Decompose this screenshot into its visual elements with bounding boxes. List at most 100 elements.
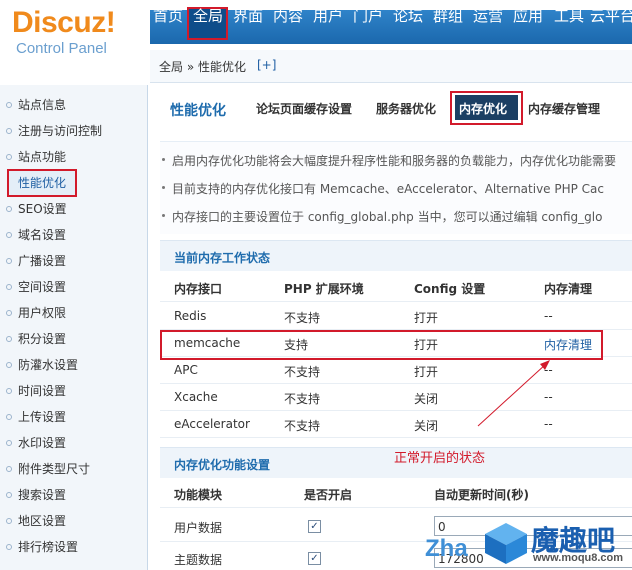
nav-user[interactable]: 用户 xyxy=(310,0,346,32)
annotation-arrow-icon xyxy=(477,360,550,427)
sidebar-item-watermark[interactable]: 水印设置 xyxy=(0,430,147,456)
sidebar-item-label: SEO设置 xyxy=(18,202,67,216)
nav-interface[interactable]: 界面 xyxy=(231,0,265,32)
cube-icon xyxy=(485,523,527,564)
sidebar-item-label: 排行榜设置 xyxy=(18,540,79,554)
sidebar-item-anti-flood[interactable]: 防灌水设置 xyxy=(0,352,147,378)
bullet-icon xyxy=(6,362,12,368)
sidebar-item-space[interactable]: 空间设置 xyxy=(0,274,147,300)
sidebar-item-ranking[interactable]: 排行榜设置 xyxy=(0,534,147,560)
enable-checkbox[interactable]: ✓ xyxy=(308,552,321,565)
sidebar-item-label: 注册与访问控制 xyxy=(18,124,103,138)
tab-memory-optimize[interactable]: 内存优化 xyxy=(459,100,507,117)
breadcrumb-path: 全局 » 性能优化 xyxy=(159,60,246,74)
sidebar-item-label: 地区设置 xyxy=(18,514,67,528)
nav-operation[interactable]: 运营 xyxy=(470,0,506,32)
bullet-icon xyxy=(6,154,12,160)
sidebar-item-search[interactable]: 搜索设置 xyxy=(0,482,147,508)
table-cell: APC xyxy=(174,363,198,377)
sidebar-item-label: 水印设置 xyxy=(18,436,67,450)
col-header: Config 设置 xyxy=(414,282,486,296)
add-shortcut-button[interactable]: [+] xyxy=(257,58,276,72)
table-cell: Xcache xyxy=(174,390,218,404)
sidebar-item-upload[interactable]: 上传设置 xyxy=(0,404,147,430)
logo-subtitle: Control Panel xyxy=(16,40,107,57)
section-memory-status: 当前内存工作状态 xyxy=(160,240,632,271)
logo[interactable]: Discuz! Control Panel xyxy=(0,0,150,85)
nav-portal[interactable]: 门户 xyxy=(350,0,386,32)
tip-text: 内存接口的主要设置位于 config_global.php 当中，您可以通过编辑… xyxy=(172,210,603,224)
nav-global[interactable]: 全局 xyxy=(189,0,227,32)
bullet-icon xyxy=(6,414,12,420)
nav-tools[interactable]: 工具 xyxy=(551,0,587,32)
table-cell: 打开 xyxy=(414,311,439,325)
sidebar-item-label: 空间设置 xyxy=(18,280,67,294)
sidebar-item-region[interactable]: 地区设置 xyxy=(0,508,147,534)
sidebar-item-register-access[interactable]: 注册与访问控制 xyxy=(0,118,147,144)
sidebar-item-label: 站点信息 xyxy=(18,98,67,112)
sidebar-item-label: 搜索设置 xyxy=(18,488,67,502)
bullet-icon xyxy=(6,440,12,446)
tip-bullet xyxy=(162,158,165,161)
bullet-icon xyxy=(6,206,12,212)
bullet-icon xyxy=(6,128,12,134)
sidebar-item-seo[interactable]: SEO设置 xyxy=(0,196,147,222)
sidebar-item-label: 积分设置 xyxy=(18,332,67,346)
row-divider xyxy=(160,410,632,411)
table-cell: Redis xyxy=(174,309,207,323)
table-cell: eAccelerator xyxy=(174,417,250,431)
bullet-icon xyxy=(6,284,12,290)
watermark-url: www.moqu8.com xyxy=(533,552,624,564)
breadcrumb: 全局 » 性能优化 [+] xyxy=(150,50,632,83)
sidebar-item-site-info[interactable]: 站点信息 xyxy=(0,92,147,118)
table-cell: 不支持 xyxy=(284,392,321,406)
enable-checkbox[interactable]: ✓ xyxy=(308,520,321,533)
sidebar-item-site-features[interactable]: 站点功能 xyxy=(0,144,147,170)
nav-forum[interactable]: 论坛 xyxy=(390,0,426,32)
nav-cloud[interactable]: 云平台 xyxy=(590,0,632,32)
sidebar-item-label: 上传设置 xyxy=(18,410,67,424)
col-header: 是否开启 xyxy=(304,488,353,502)
nav-content[interactable]: 内容 xyxy=(270,0,306,32)
nav-app[interactable]: 应用 xyxy=(510,0,546,32)
bullet-icon xyxy=(6,388,12,394)
row-divider xyxy=(160,507,632,508)
sidebar-item-domain[interactable]: 域名设置 xyxy=(0,222,147,248)
sidebar-item-label: 附件类型尺寸 xyxy=(18,462,91,476)
sidebar-item-label: 时间设置 xyxy=(18,384,67,398)
table-cell: -- xyxy=(544,309,553,323)
func-name: 用户数据 xyxy=(174,521,223,535)
main-content: 性能优化 论坛页面缓存设置 服务器优化 内存优化 内存缓存管理 启用内存优化功能… xyxy=(150,83,632,570)
tab-page-cache[interactable]: 论坛页面缓存设置 xyxy=(256,100,352,117)
sidebar-item-broadcast[interactable]: 广播设置 xyxy=(0,248,147,274)
table-cell: 不支持 xyxy=(284,419,321,433)
sidebar-item-label: 用户权限 xyxy=(18,306,67,320)
bullet-icon xyxy=(6,492,12,498)
func-name: 主题数据 xyxy=(174,553,223,567)
section-title: 当前内存工作状态 xyxy=(174,251,271,265)
sidebar-item-attachment-types[interactable]: 附件类型尺寸 xyxy=(0,456,147,482)
nav-home[interactable]: 首页 xyxy=(150,0,186,32)
sidebar-item-credits[interactable]: 积分设置 xyxy=(0,326,147,352)
page-title: 性能优化 xyxy=(170,103,226,119)
tip-text: 目前支持的内存优化接口有 Memcache、eAccelerator、Alter… xyxy=(172,182,605,196)
table-cell: 关闭 xyxy=(414,392,439,406)
bullet-icon xyxy=(6,518,12,524)
tab-server-optimize[interactable]: 服务器优化 xyxy=(376,100,436,117)
annotation-text: 正常开启的状态 xyxy=(394,451,486,466)
tab-memory-cache-manage[interactable]: 内存缓存管理 xyxy=(528,100,600,117)
sidebar-item-label: 广播设置 xyxy=(18,254,67,268)
bullet-icon xyxy=(6,310,12,316)
sidebar-item-time[interactable]: 时间设置 xyxy=(0,378,147,404)
bullet-icon xyxy=(6,258,12,264)
nav-group[interactable]: 群组 xyxy=(430,0,466,32)
col-header: 内存清理 xyxy=(544,282,593,296)
sidebar-item-label: 站点功能 xyxy=(18,150,67,164)
logo-title: Discuz! xyxy=(12,6,116,39)
row-divider xyxy=(160,301,632,302)
sidebar-item-user-perm[interactable]: 用户权限 xyxy=(0,300,147,326)
section-title: 内存优化功能设置 xyxy=(174,458,271,472)
bullet-icon xyxy=(6,232,12,238)
sidebar-item-performance[interactable]: 性能优化 xyxy=(0,170,147,196)
table-cell: 不支持 xyxy=(284,365,321,379)
